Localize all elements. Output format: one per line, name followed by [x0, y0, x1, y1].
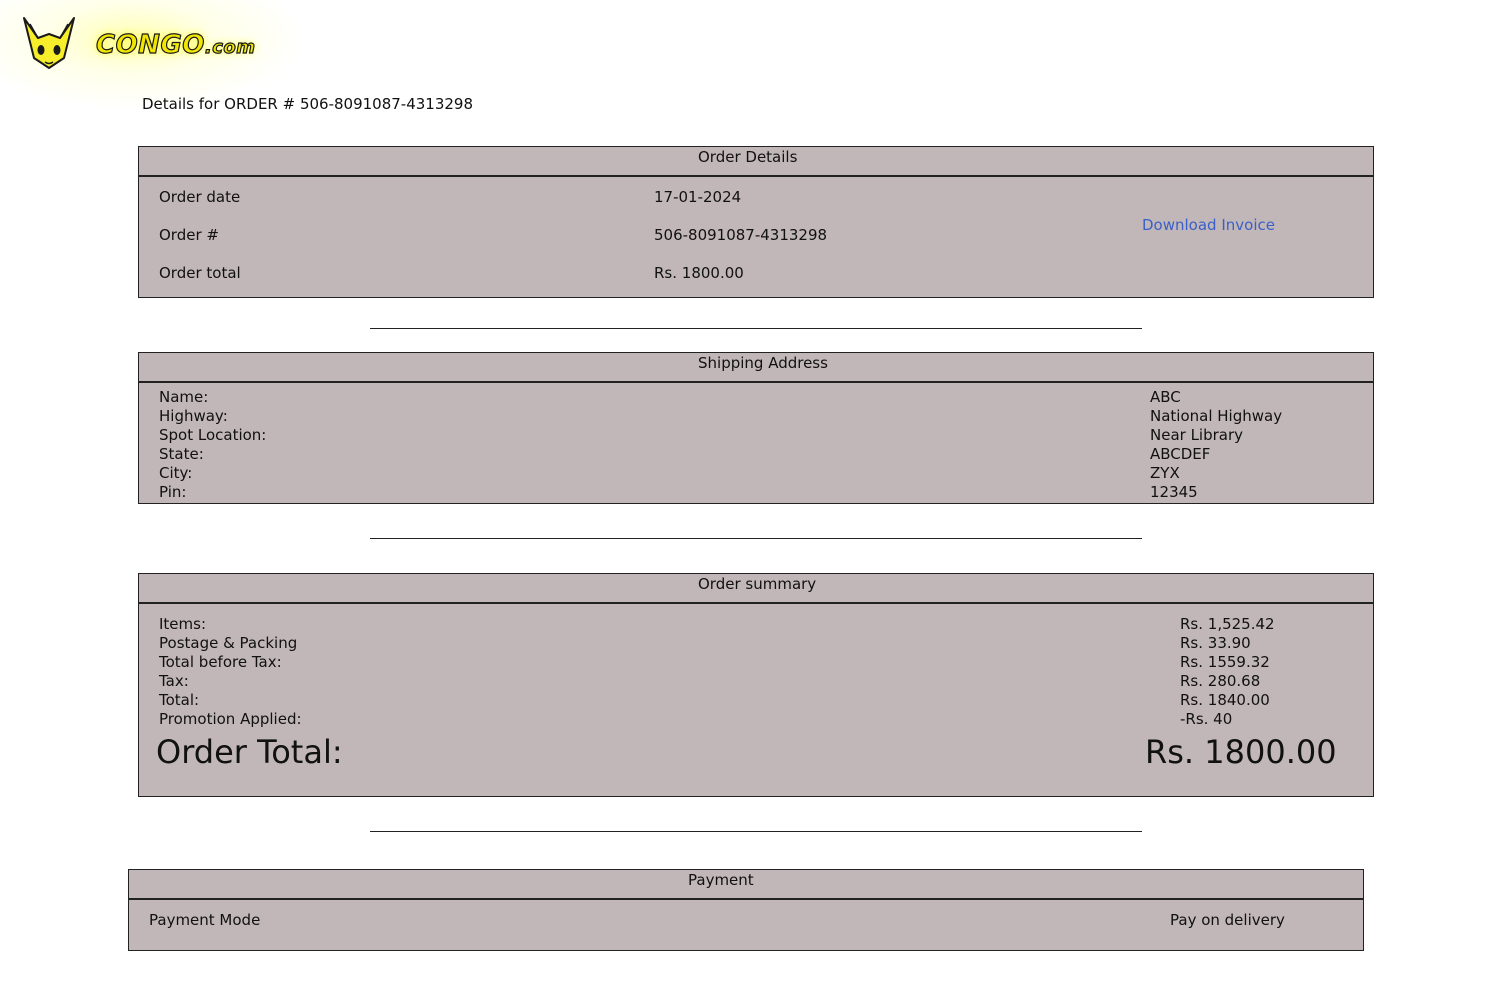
congo-logo[interactable]: CONGO.com [0, 0, 308, 110]
grand-total-label: Order Total: [156, 733, 343, 771]
payment-title: Payment [129, 870, 1363, 900]
page-heading: Details for ORDER # 506-8091087-4313298 [142, 95, 473, 113]
logo-text-main: CONGO [95, 29, 205, 60]
row-value: ABC [1150, 388, 1181, 406]
order-date-label: Order date [159, 188, 241, 206]
row-label: Postage & Packing [159, 634, 298, 652]
row-label: Promotion Applied: [159, 710, 302, 728]
row-value: ZYX [1150, 464, 1180, 482]
order-summary-panel: Order summary Items: Rs. 1,525.42 Postage … [138, 573, 1374, 797]
order-total-value: Rs. 1800.00 [654, 264, 744, 282]
section-divider [370, 831, 1142, 832]
row-label: Highway: [159, 407, 228, 425]
section-divider [370, 538, 1142, 539]
row-label: Tax: [159, 672, 189, 690]
order-details-panel: Order Details Order date 17-01-2024 Orde… [138, 146, 1374, 298]
shipping-address-panel: Shipping Address Name: ABC Highway: Nationa… [138, 352, 1374, 504]
heading-order-id: 506-8091087-4313298 [299, 95, 474, 113]
logo-wordmark: CONGO.com [95, 29, 256, 60]
row-value: Rs. 1,525.42 [1180, 615, 1275, 633]
order-details-page: CONGO.com Details for ORDER # 506-809108… [0, 0, 1512, 982]
fox-logo-icon [23, 17, 75, 69]
row-label: Items: [159, 615, 207, 633]
logo-text-suffix: .com [204, 36, 256, 58]
row-value: Rs. 1840.00 [1180, 691, 1270, 709]
order-summary-title: Order summary [139, 574, 1373, 604]
row-label: Pin: [159, 483, 187, 501]
row-label: State: [159, 445, 204, 463]
heading-prefix: Details for ORDER # [142, 95, 300, 113]
payment-mode-value: Pay on delivery [1170, 911, 1285, 929]
row-value: ABCDEF [1150, 445, 1211, 463]
row-value: Rs. 33.90 [1180, 634, 1251, 652]
section-divider [370, 328, 1142, 329]
payment-mode-label: Payment Mode [149, 911, 261, 929]
download-invoice-link[interactable]: Download Invoice [1142, 216, 1275, 234]
order-number-value: 506-8091087-4313298 [654, 226, 828, 244]
grand-total-value: Rs. 1800.00 [1145, 733, 1337, 771]
order-details-title: Order Details [139, 147, 1373, 177]
order-number-label: Order # [159, 226, 219, 244]
order-total-label: Order total [159, 264, 241, 282]
row-value: -Rs. 40 [1180, 710, 1233, 728]
row-label: Total: [159, 691, 200, 709]
payment-panel: Payment Payment Mode Pay on delivery [128, 869, 1364, 951]
row-label: City: [159, 464, 193, 482]
row-value: Near Library [1150, 426, 1244, 444]
row-value: National Highway [1150, 407, 1283, 425]
shipping-address-title: Shipping Address [139, 353, 1373, 383]
row-label: Spot Location: [159, 426, 267, 444]
row-label: Name: [159, 388, 209, 406]
row-value: Rs. 1559.32 [1180, 653, 1270, 671]
row-value: Rs. 280.68 [1180, 672, 1261, 690]
order-date-value: 17-01-2024 [654, 188, 742, 206]
row-label: Total before Tax: [159, 653, 282, 671]
row-value: 12345 [1150, 483, 1198, 501]
